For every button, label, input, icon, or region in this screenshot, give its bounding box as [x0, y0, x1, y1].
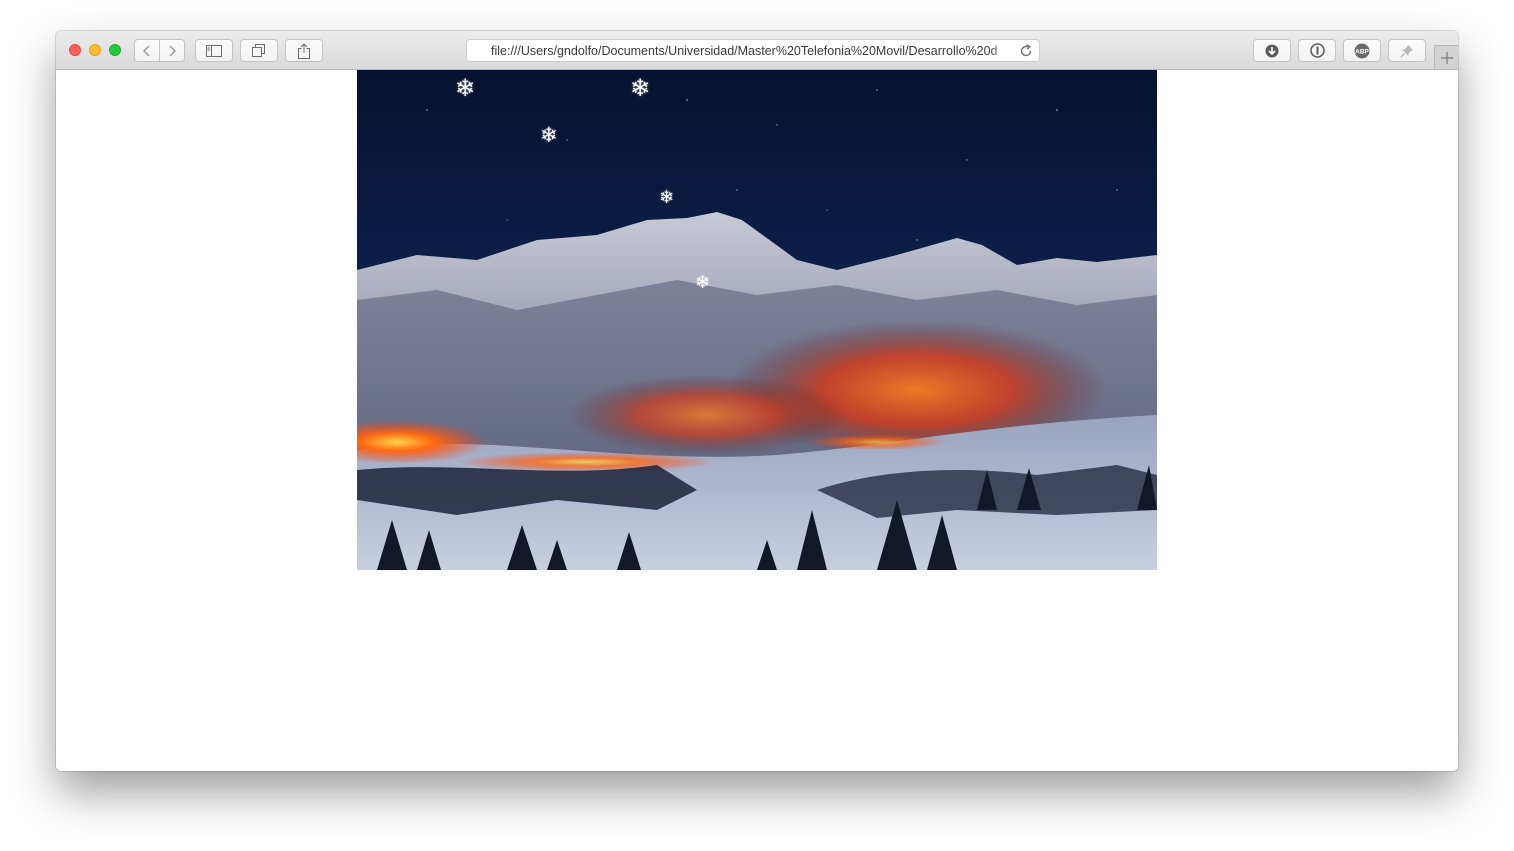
forward-icon [169, 44, 177, 57]
sidebar-icon [206, 44, 222, 57]
password-manager-icon [1309, 43, 1325, 58]
forward-button[interactable] [160, 39, 185, 62]
mountain-night-image: ❄ ❄ ❄ ❄ ❄ [357, 70, 1157, 570]
snowflake: ❄ [659, 187, 675, 208]
browser-toolbar: file:///Users/gndolfo/Documents/Universi… [56, 31, 1458, 70]
snowflake: ❄ [455, 74, 476, 102]
minimize-window-button[interactable] [89, 44, 101, 56]
url-fade [989, 42, 1013, 61]
password-manager-button[interactable] [1298, 39, 1336, 62]
snowflake: ❄ [695, 272, 711, 293]
reload-icon[interactable] [1019, 44, 1033, 58]
share-icon [298, 42, 310, 59]
downloads-button[interactable] [1253, 39, 1291, 62]
browser-window: file:///Users/gndolfo/Documents/Universi… [56, 31, 1458, 771]
sidebar-button[interactable] [195, 39, 233, 62]
close-window-button[interactable] [69, 44, 81, 56]
snowflake: ❄ [540, 123, 558, 147]
new-tab-icon [1440, 51, 1453, 64]
adblock-button[interactable]: ABP [1343, 39, 1381, 62]
maximize-window-button[interactable] [109, 44, 121, 56]
new-tab-button[interactable] [1434, 45, 1458, 69]
adblock-icon: ABP [1354, 43, 1370, 58]
snowflake: ❄ [630, 74, 651, 102]
tabs-overview-button[interactable] [240, 39, 278, 62]
page-content: ❄ ❄ ❄ ❄ ❄ [56, 70, 1458, 771]
back-button[interactable] [134, 39, 160, 62]
back-icon [142, 44, 150, 57]
adblock-label: ABP [1355, 48, 1369, 55]
mountain-scene [357, 70, 1157, 570]
tabs-overview-icon [252, 43, 265, 57]
address-bar[interactable]: file:///Users/gndolfo/Documents/Universi… [466, 39, 1040, 62]
share-button[interactable] [285, 39, 323, 62]
address-url[interactable]: file:///Users/gndolfo/Documents/Universi… [491, 44, 1011, 59]
pin-icon [1400, 44, 1413, 58]
pin-button[interactable] [1388, 39, 1426, 62]
downloads-icon [1265, 44, 1279, 57]
